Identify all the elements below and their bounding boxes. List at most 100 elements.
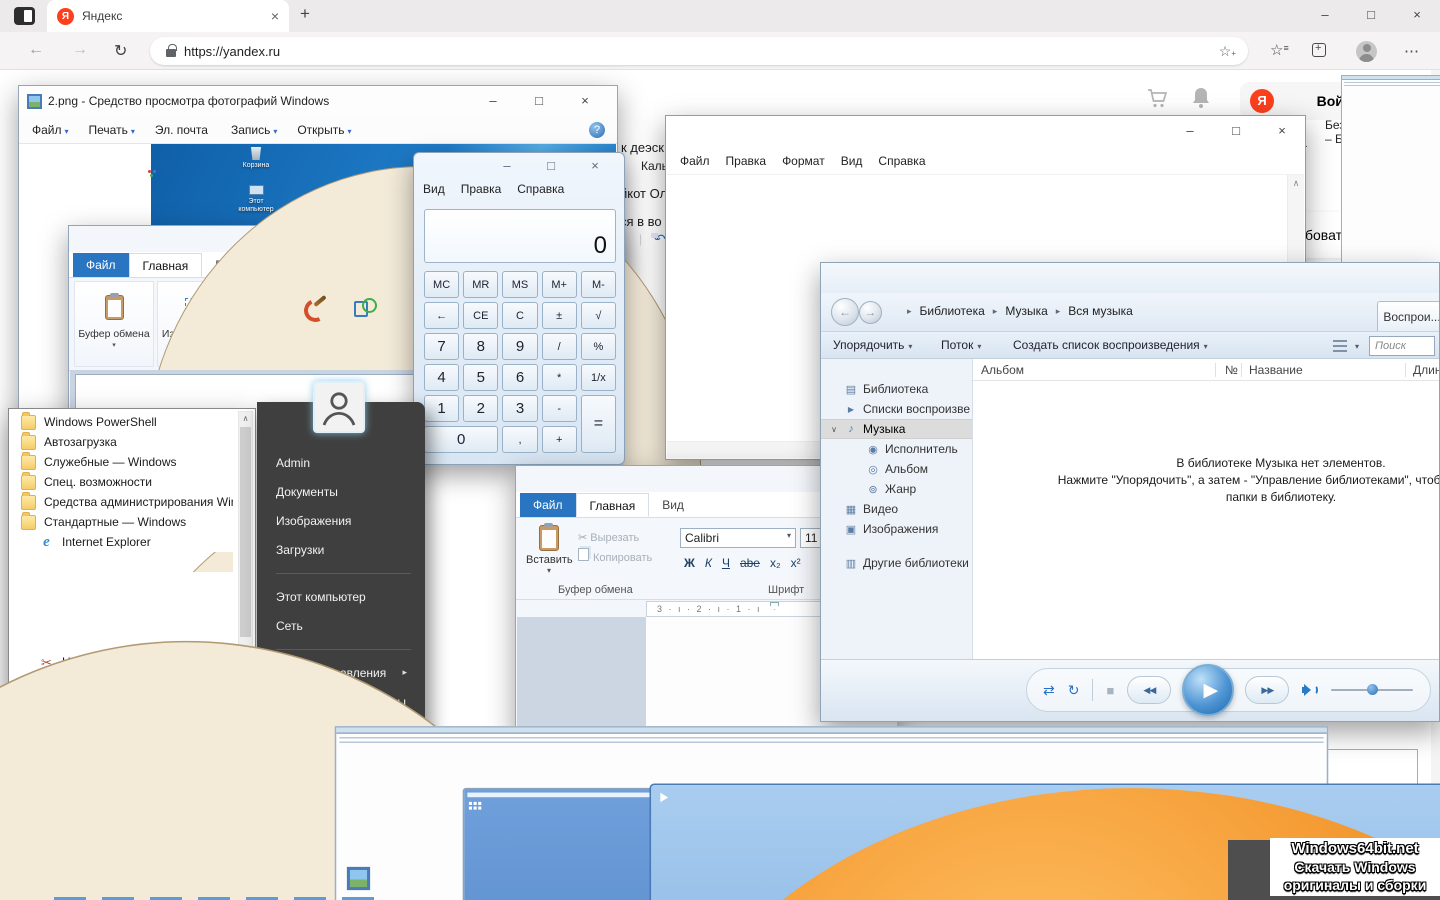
column-album[interactable]: Альбом [981,363,1024,377]
taskbar-calculator[interactable] [201,865,227,891]
calc-button[interactable]: 2 [463,395,498,422]
paint-tab[interactable]: Файл [73,253,129,277]
user-panel-item[interactable]: Этот компьютер [276,582,411,611]
pv-menu-item[interactable]: Файл▾ [32,123,69,137]
user-panel-item[interactable]: Admin [276,448,411,477]
view-options-chevron[interactable]: ▾ [1351,338,1359,352]
paint-tab[interactable]: Главная [129,253,203,277]
calc-button[interactable]: ± [542,302,577,329]
calc-maximize-button[interactable]: □ [529,153,573,179]
bell-icon[interactable] [1191,86,1211,109]
calc-button[interactable]: 3 [502,395,537,422]
address-bar[interactable]: https://yandex.ru ☆+ [150,37,1248,65]
start-menu-item[interactable]: Windows PowerShell [11,412,233,432]
pv-menu-item[interactable]: Запись▾ [231,123,277,137]
taskbar-notepad[interactable] [153,865,179,891]
start-menu-item[interactable]: Спец. возможности [11,472,233,492]
previous-button[interactable]: ◀◀ [1127,676,1171,704]
cut-button[interactable]: ✂ Вырезать [578,528,652,548]
user-panel-item[interactable]: Изображения [276,506,411,535]
calc-button[interactable]: 5 [463,364,498,391]
pv-menu-item[interactable]: Эл. почта [155,123,211,137]
taskbar-paint[interactable] [105,865,131,891]
repeat-icon[interactable]: ↻ [1068,682,1080,699]
calc-button[interactable]: 7 [424,333,459,360]
start-menu-item[interactable]: Автозагрузка [11,432,233,452]
cart-icon[interactable] [1146,87,1169,109]
pv-menu-item[interactable]: Открыть▾ [297,123,351,137]
notepad-menu-item[interactable]: Правка [726,154,767,168]
format-button[interactable]: К [705,556,712,570]
pv-menu-item[interactable]: Печать▾ [89,123,135,137]
calc-button[interactable]: 1/x [581,364,616,391]
wmp-search-input[interactable]: Поиск [1369,336,1435,356]
breadcrumb-music[interactable]: Музыка [1005,304,1047,318]
pv-close-button[interactable]: × [562,86,608,116]
new-tab-button[interactable]: + [300,4,310,24]
back-icon[interactable]: ← [28,41,44,59]
format-button[interactable]: x² [791,556,801,570]
volume-slider[interactable] [1331,683,1413,697]
taskbar-photo-viewer[interactable] [345,865,371,891]
workspaces-icon[interactable] [14,7,35,25]
calculator-titlebar[interactable]: Кальк... – □ × [414,153,624,179]
user-panel-item[interactable]: Документы [276,477,411,506]
favorites-icon[interactable]: ☆≡ [1270,41,1289,59]
user-panel-item[interactable]: Сеть [276,611,411,640]
start-menu-item[interactable]: Блокнот [11,612,233,632]
wmp-titlebar[interactable]: Проигрыватель Windows Media [821,263,1439,293]
format-button[interactable]: Ж [684,556,695,570]
help-icon[interactable]: ? [589,122,605,138]
calc-close-button[interactable]: × [573,153,617,179]
browser-minimize-button[interactable]: – [1302,0,1348,32]
wmp-play-tab[interactable]: Воспрои... [1377,301,1440,331]
url-text[interactable]: https://yandex.ru [184,44,280,59]
pv-maximize-button[interactable]: □ [516,86,562,116]
calc-button[interactable]: - [542,395,577,422]
forward-icon[interactable]: → [72,41,88,59]
play-button[interactable]: ▶ [1182,664,1234,716]
calc-button[interactable]: 4 [424,364,459,391]
organize-menu[interactable]: Упорядочить▾ [833,338,912,352]
wordpad-tab[interactable]: Вид [649,493,697,517]
calc-button[interactable]: 9 [502,333,537,360]
user-panel-item[interactable] [276,640,411,650]
pv-minimize-button[interactable]: – [470,86,516,116]
calc-button[interactable]: = [581,395,616,453]
breadcrumb-all-music[interactable]: Вся музыка [1068,304,1133,318]
calc-button[interactable]: 1 [424,395,459,422]
photo-viewer-titlebar[interactable]: 2.png - Средство просмотра фотографий Wi… [19,86,617,116]
np-maximize-button[interactable]: □ [1213,116,1259,148]
browser-restore-button[interactable]: □ [1348,0,1394,32]
tree-item[interactable]: Библиотека [821,379,972,399]
calc-button[interactable]: 6 [502,364,537,391]
tab-close-icon[interactable]: × [271,8,279,24]
tree-item[interactable]: ∨ Музыка [821,419,972,439]
calc-button[interactable]: 8 [463,333,498,360]
menu-dots-icon[interactable]: ⋯ [1404,42,1419,60]
shuffle-icon[interactable]: ⇄ [1043,682,1055,699]
calc-button[interactable]: √ [581,302,616,329]
user-panel-item[interactable] [276,564,411,574]
paint-ribbon-group[interactable]: Буфер обмена [74,281,154,367]
scrollbar-thumb[interactable] [240,427,251,637]
calc-button[interactable]: ← [424,302,459,329]
start-menu-item[interactable]: Средства администрирования Winc [11,492,233,512]
calc-minimize-button[interactable]: – [485,153,529,179]
refresh-icon[interactable]: ↻ [114,41,127,61]
format-button[interactable]: abe [740,556,760,570]
wmp-back-button[interactable]: ← [831,298,859,326]
np-minimize-button[interactable]: – [1167,116,1213,148]
taskbar-wmp[interactable] [297,865,323,891]
collections-icon[interactable] [1312,43,1326,57]
tree-item[interactable]: Альбом [821,459,972,479]
column-number[interactable]: № [1225,363,1238,377]
format-button[interactable]: x₂ [770,556,781,570]
tree-expand-icon[interactable]: ∨ [829,425,839,434]
tree-item[interactable]: Видео [821,499,972,519]
tree-item[interactable]: Списки воспроизве [821,399,972,419]
create-playlist-menu[interactable]: Создать список воспроизведения▾ [1013,338,1208,352]
column-length[interactable]: Длина [1413,363,1440,377]
calc-menu-item[interactable]: Правка [461,182,502,196]
wmp-forward-button[interactable]: → [859,301,882,324]
